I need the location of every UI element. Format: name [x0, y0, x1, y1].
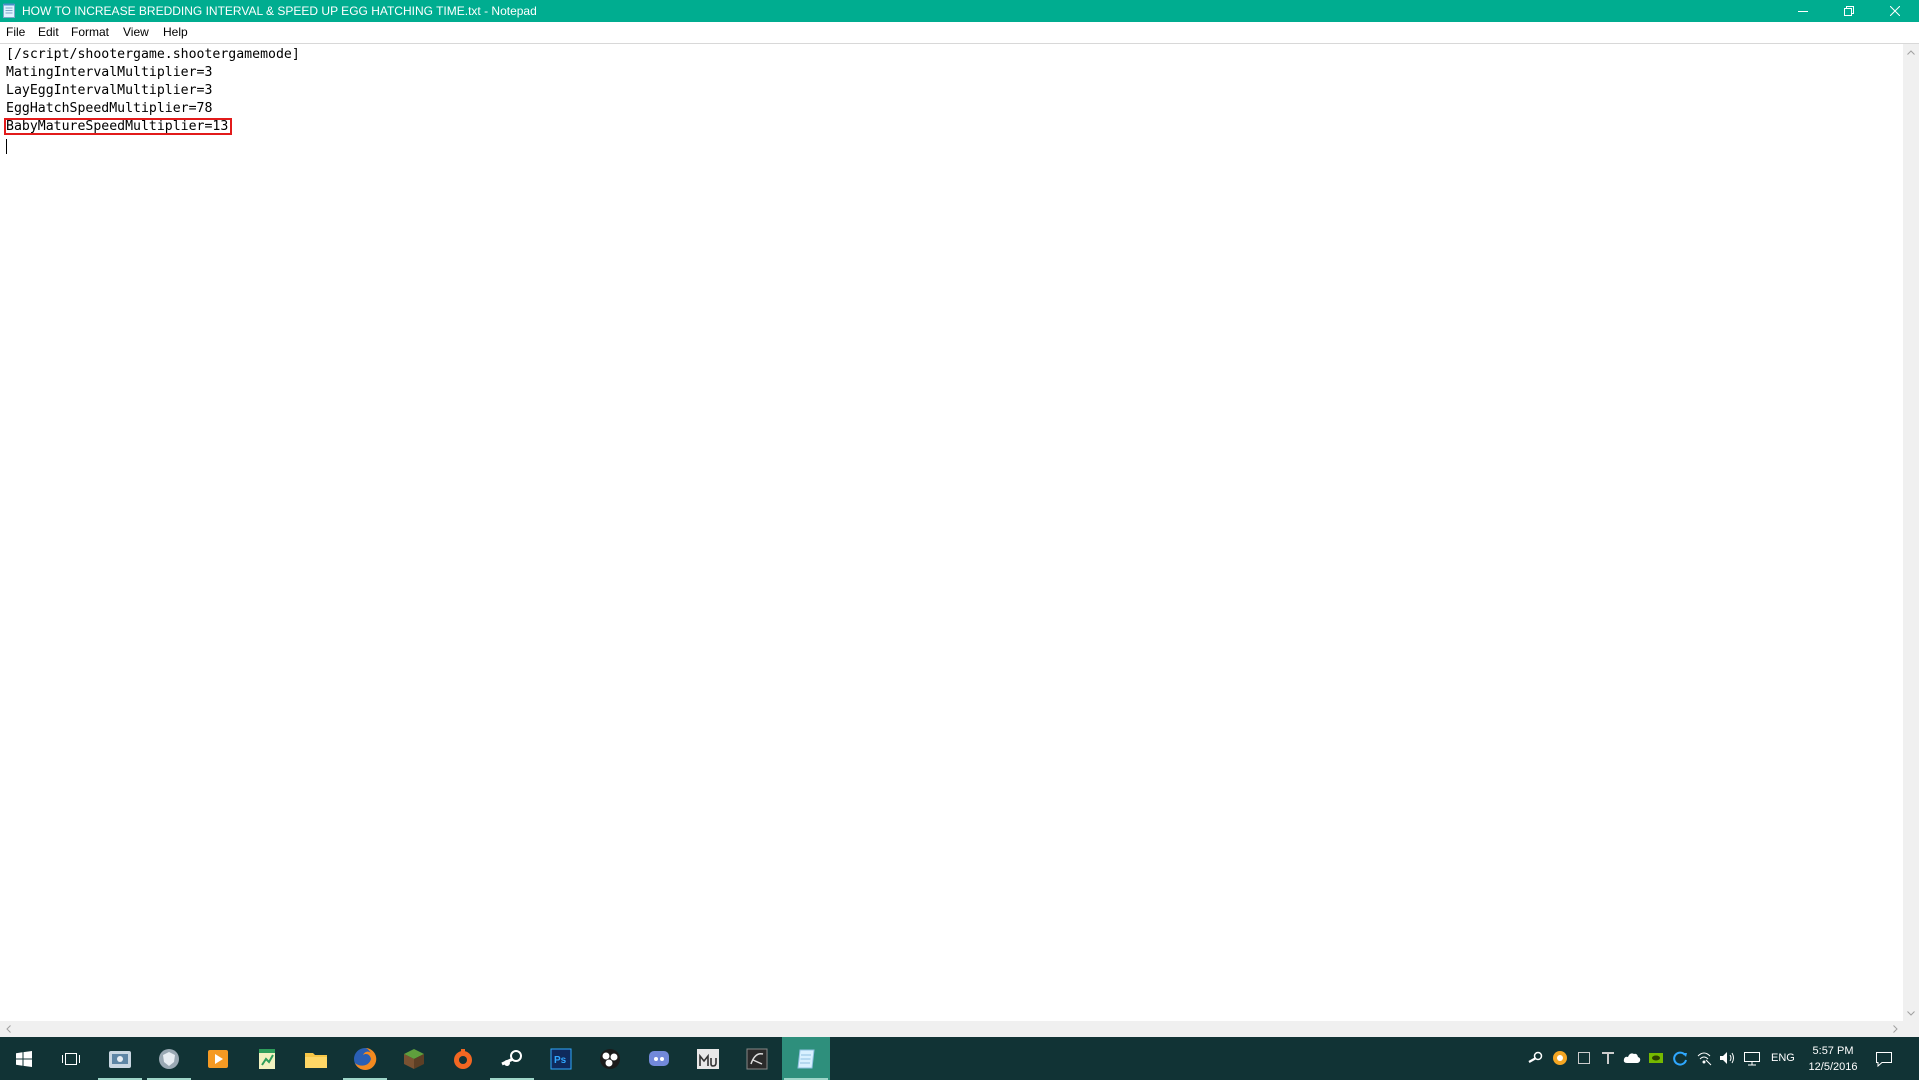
- cloud-tray-icon[interactable]: [1623, 1049, 1641, 1067]
- sync-tray-icon[interactable]: [1671, 1049, 1689, 1067]
- minimize-button[interactable]: [1780, 0, 1825, 22]
- horizontal-scrollbar[interactable]: [0, 1021, 1903, 1037]
- menu-file[interactable]: File: [6, 25, 25, 39]
- text-line: EggHatchSpeedMultiplier=78: [6, 101, 213, 116]
- red-highlight-box: [4, 118, 232, 135]
- origin-icon[interactable]: [439, 1037, 487, 1080]
- clock-date: 12/5/2016: [1808, 1061, 1858, 1073]
- menu-view[interactable]: View: [123, 25, 149, 39]
- graphics-app-icon[interactable]: [733, 1037, 781, 1080]
- orange-tray-icon[interactable]: [1551, 1049, 1569, 1067]
- media-player-icon[interactable]: [194, 1037, 242, 1080]
- notepad-window: HOW TO INCREASE BREDDING INTERVAL & SPEE…: [0, 0, 1919, 1080]
- menu-format[interactable]: Format: [71, 25, 109, 39]
- text-tray-icon[interactable]: [1599, 1049, 1617, 1067]
- photoshop-icon[interactable]: Ps: [537, 1037, 585, 1080]
- scrollbar-corner: [1903, 1021, 1919, 1037]
- windows-start-icon[interactable]: [0, 1037, 48, 1080]
- text-caret: [6, 139, 7, 154]
- nvidia-tray-icon[interactable]: [1647, 1049, 1665, 1067]
- menu-bar: File Edit Format View Help: [0, 22, 1919, 44]
- file-manager-icon[interactable]: [96, 1037, 144, 1080]
- firefox-icon[interactable]: [341, 1037, 389, 1080]
- file-explorer-icon[interactable]: [292, 1037, 340, 1080]
- text-editor[interactable]: [/script/shootergame.shootergamemode] Ma…: [0, 44, 1903, 1021]
- network-tray-icon[interactable]: [1695, 1049, 1713, 1067]
- mu-app-icon[interactable]: [684, 1037, 732, 1080]
- menu-edit[interactable]: Edit: [38, 25, 59, 39]
- clock-time: 5:57 PM: [1812, 1045, 1854, 1057]
- language-indicator[interactable]: ENG: [1771, 1052, 1795, 1064]
- close-icon: [1889, 6, 1900, 16]
- svg-text:Ps: Ps: [554, 1055, 567, 1066]
- text-line: LayEggIntervalMultiplier=3: [6, 83, 213, 98]
- restore-button[interactable]: [1826, 0, 1871, 22]
- vertical-scrollbar[interactable]: [1903, 44, 1919, 1021]
- scroll-down-icon[interactable]: [1903, 1005, 1919, 1021]
- obs-icon[interactable]: [586, 1037, 634, 1080]
- window-title: HOW TO INCREASE BREDDING INTERVAL & SPEE…: [22, 4, 537, 18]
- close-button[interactable]: [1872, 0, 1917, 22]
- scroll-left-icon[interactable]: [0, 1021, 16, 1037]
- display-tray-icon[interactable]: [1743, 1049, 1761, 1067]
- system-clock[interactable]: 5:57 PM 12/5/2016: [1803, 1043, 1863, 1075]
- minimize-icon: [1797, 11, 1808, 12]
- notepad-icon: [3, 3, 16, 18]
- title-bar[interactable]: HOW TO INCREASE BREDDING INTERVAL & SPEE…: [0, 0, 1919, 22]
- minecraft-icon[interactable]: [390, 1037, 438, 1080]
- taskbar: Ps ENG 5:57 PM 12/5/2016: [0, 1037, 1919, 1080]
- notepad-taskbar-button[interactable]: [782, 1037, 830, 1080]
- steam-icon[interactable]: [488, 1037, 536, 1080]
- action-center-icon[interactable]: [1873, 1048, 1895, 1070]
- text-line: [/script/shootergame.shootergamemode]: [6, 47, 300, 62]
- scroll-right-icon[interactable]: [1887, 1021, 1903, 1037]
- menu-help[interactable]: Help: [163, 25, 188, 39]
- volume-icon[interactable]: [1719, 1049, 1737, 1067]
- steam-tray-icon[interactable]: [1527, 1049, 1545, 1067]
- notepad-icon: [797, 1049, 815, 1068]
- window-tray-icon[interactable]: [1575, 1049, 1593, 1067]
- task-view-icon[interactable]: [47, 1037, 95, 1080]
- discord-icon[interactable]: [635, 1037, 683, 1080]
- spreadsheet-icon[interactable]: [243, 1037, 291, 1080]
- text-line: MatingIntervalMultiplier=3: [6, 65, 213, 80]
- restore-icon: [1843, 6, 1854, 16]
- scroll-up-icon[interactable]: [1903, 44, 1919, 60]
- shield-browser-icon[interactable]: [145, 1037, 193, 1080]
